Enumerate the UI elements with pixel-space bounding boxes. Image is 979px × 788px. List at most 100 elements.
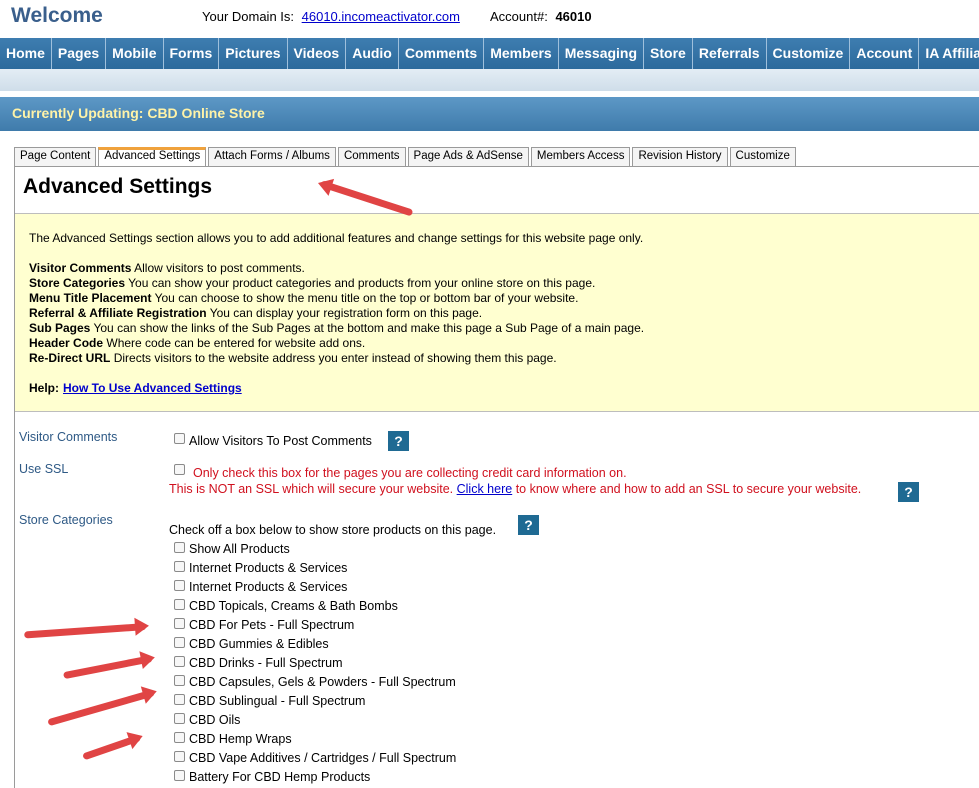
category-checkbox-battery[interactable] xyxy=(174,770,185,781)
use-ssl-label: Use SSL xyxy=(19,462,69,476)
settings-tabs: Page Content Advanced Settings Attach Fo… xyxy=(14,147,798,167)
category-checkbox-cbd-topicals[interactable] xyxy=(174,599,185,610)
store-categories-label: Store Categories xyxy=(19,513,113,527)
tab-members-access[interactable]: Members Access xyxy=(530,147,631,166)
category-label: Show All Products xyxy=(189,542,290,556)
store-categories-help-button[interactable]: ? xyxy=(518,515,539,535)
definition-desc: You can choose to show the menu title on… xyxy=(154,291,579,305)
category-label: CBD Vape Additives / Cartridges / Full S… xyxy=(189,751,457,765)
definition-item: Referral & Affiliate Registration You ca… xyxy=(29,306,644,321)
category-label: CBD Hemp Wraps xyxy=(189,732,292,746)
tab-page-ads-adsense[interactable]: Page Ads & AdSense xyxy=(407,147,529,166)
category-checkbox-show-all-products[interactable] xyxy=(174,542,185,553)
nav-messaging[interactable]: Messaging xyxy=(559,38,645,69)
definition-term: Referral & Affiliate Registration xyxy=(29,306,207,320)
definition-term: Header Code xyxy=(29,336,104,350)
welcome-title: Welcome xyxy=(11,4,103,27)
visitor-comments-label: Visitor Comments xyxy=(19,430,118,444)
store-categories-instruction: Check off a box below to show store prod… xyxy=(169,523,497,537)
domain-label: Your Domain Is: xyxy=(202,9,295,24)
definition-term: Visitor Comments xyxy=(29,261,132,275)
category-label: CBD Topicals, Creams & Bath Bombs xyxy=(189,599,398,613)
info-box: The Advanced Settings section allows you… xyxy=(15,213,979,412)
category-checkbox-cbd-hemp-wraps[interactable] xyxy=(174,732,185,743)
definition-term: Sub Pages xyxy=(29,321,91,335)
category-checkbox-cbd-sublingual[interactable] xyxy=(174,694,185,705)
category-label: Internet Products & Services xyxy=(189,580,348,594)
visitor-comments-help-button[interactable]: ? xyxy=(388,431,409,451)
definition-desc: You can display your registration form o… xyxy=(209,306,483,320)
page-title: Advanced Settings xyxy=(23,175,213,198)
nav-account[interactable]: Account xyxy=(850,38,920,69)
use-ssl-help-button[interactable]: ? xyxy=(898,482,919,502)
account-info: Account#: 46010 xyxy=(490,9,592,24)
category-checkbox-cbd-oils[interactable] xyxy=(174,713,185,724)
definition-desc: Where code can be entered for website ad… xyxy=(106,336,366,350)
definition-item: Re-Direct URL Directs visitors to the we… xyxy=(29,351,644,366)
ssl-warning-text: This is NOT an SSL which will secure you… xyxy=(169,482,454,496)
domain-info: Your Domain Is: 46010.incomeactivator.co… xyxy=(202,9,460,24)
nav-videos[interactable]: Videos xyxy=(288,38,347,69)
main-nav: Home Pages Mobile Forms Pictures Videos … xyxy=(0,38,979,69)
nav-pages[interactable]: Pages xyxy=(52,38,107,69)
category-checkbox-internet-products-2[interactable] xyxy=(174,580,185,591)
nav-store[interactable]: Store xyxy=(644,38,693,69)
top-header: Welcome Your Domain Is: 46010.incomeacti… xyxy=(0,0,979,38)
nav-referrals[interactable]: Referrals xyxy=(693,38,767,69)
nav-members[interactable]: Members xyxy=(484,38,559,69)
tab-advanced-settings[interactable]: Advanced Settings xyxy=(98,147,207,167)
category-checkbox-cbd-for-pets[interactable] xyxy=(174,618,185,629)
definition-item: Sub Pages You can show the links of the … xyxy=(29,321,644,336)
nav-customize[interactable]: Customize xyxy=(767,38,851,69)
tab-revision-history[interactable]: Revision History xyxy=(632,147,728,166)
ssl-warning-line1: Only check this box for the pages you ar… xyxy=(193,466,627,480)
nav-audio[interactable]: Audio xyxy=(346,38,399,69)
help-link[interactable]: How To Use Advanced Settings xyxy=(63,381,242,395)
category-label: CBD Gummies & Edibles xyxy=(189,637,329,651)
tab-comments[interactable]: Comments xyxy=(337,147,406,166)
category-checkbox-cbd-capsules[interactable] xyxy=(174,675,185,686)
ssl-click-here-link[interactable]: Click here xyxy=(457,482,513,496)
nav-mobile[interactable]: Mobile xyxy=(106,38,164,69)
nav-home[interactable]: Home xyxy=(0,38,52,69)
category-label: CBD Drinks - Full Spectrum xyxy=(189,656,343,670)
allow-comments-label: Allow Visitors To Post Comments xyxy=(189,434,372,448)
nav-forms[interactable]: Forms xyxy=(164,38,220,69)
category-checkbox-cbd-drinks[interactable] xyxy=(174,656,185,667)
category-checkbox-cbd-gummies[interactable] xyxy=(174,637,185,648)
category-checkbox-cbd-vape[interactable] xyxy=(174,751,185,762)
info-intro: The Advanced Settings section allows you… xyxy=(29,231,644,245)
definition-term: Re-Direct URL xyxy=(29,351,111,365)
currently-updating-bar: Currently Updating: CBD Online Store xyxy=(0,97,979,131)
category-label: CBD Capsules, Gels & Powders - Full Spec… xyxy=(189,675,456,689)
definition-desc: You can show your product categories and… xyxy=(128,276,596,290)
sub-nav-strip xyxy=(0,69,979,91)
definition-item: Header Code Where code can be entered fo… xyxy=(29,336,644,351)
help-line: Help: How To Use Advanced Settings xyxy=(29,381,242,395)
currently-updating-text: Currently Updating: CBD Online Store xyxy=(12,105,265,121)
definition-desc: Directs visitors to the website address … xyxy=(113,351,557,365)
category-label: Internet Products & Services xyxy=(189,561,348,575)
definition-term: Store Categories xyxy=(29,276,126,290)
category-label: CBD Oils xyxy=(189,713,241,727)
nav-comments[interactable]: Comments xyxy=(399,38,485,69)
definition-item: Visitor Comments Allow visitors to post … xyxy=(29,261,644,276)
nav-pictures[interactable]: Pictures xyxy=(219,38,288,69)
definition-list: Visitor Comments Allow visitors to post … xyxy=(29,261,644,366)
definition-desc: Allow visitors to post comments. xyxy=(134,261,305,275)
allow-comments-checkbox[interactable] xyxy=(174,433,185,444)
use-ssl-checkbox[interactable] xyxy=(174,464,185,475)
tab-page-content[interactable]: Page Content xyxy=(14,147,97,166)
tab-attach-forms-albums[interactable]: Attach Forms / Albums xyxy=(208,147,336,166)
definition-desc: You can show the links of the Sub Pages … xyxy=(93,321,645,335)
domain-link[interactable]: 46010.incomeactivator.com xyxy=(302,9,460,24)
category-label: Battery For CBD Hemp Products xyxy=(189,770,371,784)
account-number: 46010 xyxy=(555,9,592,24)
category-checkbox-internet-products-1[interactable] xyxy=(174,561,185,572)
account-label: Account#: xyxy=(490,9,548,24)
category-label: CBD For Pets - Full Spectrum xyxy=(189,618,355,632)
ssl-warning-line2: This is NOT an SSL which will secure you… xyxy=(169,482,861,496)
nav-ia-affiliates[interactable]: IA Affiliates xyxy=(919,38,979,69)
tab-customize[interactable]: Customize xyxy=(729,147,796,166)
definition-term: Menu Title Placement xyxy=(29,291,152,305)
